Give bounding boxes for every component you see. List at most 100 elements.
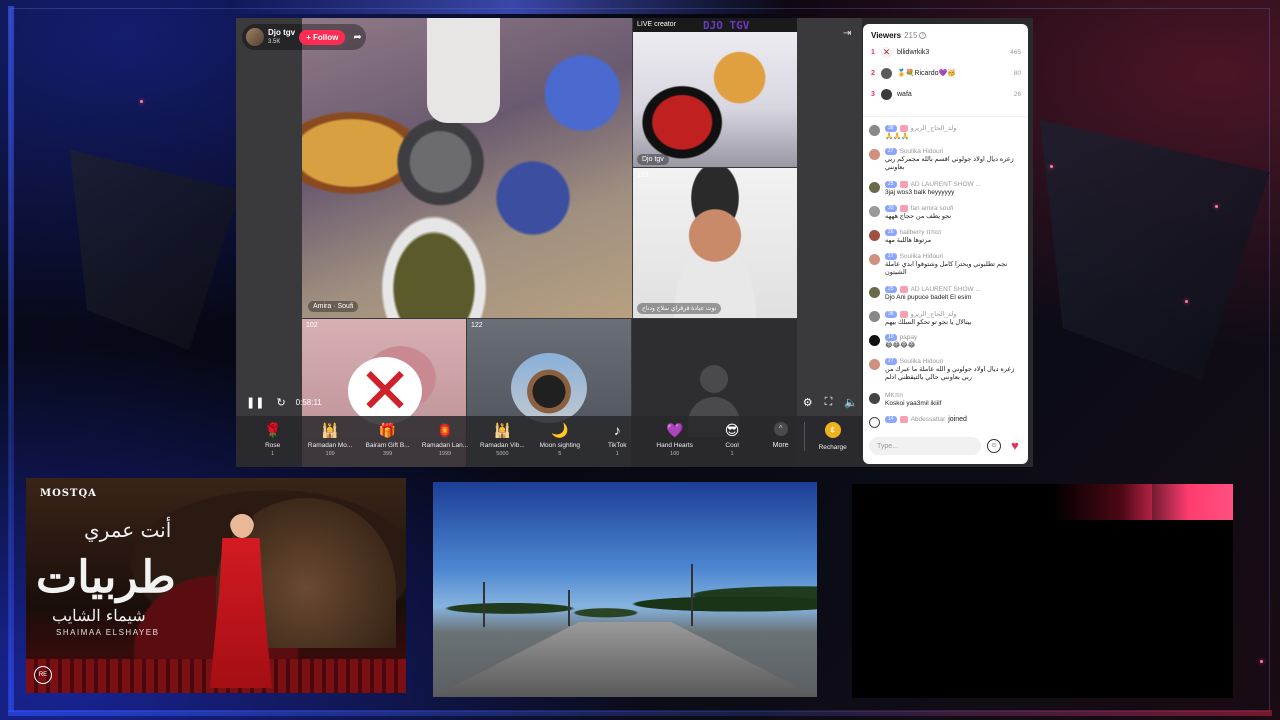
info-icon[interactable]: i	[919, 32, 927, 40]
more-gifts-button[interactable]: ^ More	[761, 422, 801, 449]
stream-time: 0:58:11	[295, 397, 322, 407]
level-badge: 38	[885, 310, 897, 318]
settings-icon[interactable]: ⚙	[803, 396, 813, 409]
video-tile-host[interactable]: Amira · Soufi	[302, 18, 632, 318]
gift-price: 199	[325, 451, 335, 457]
chat-text: زعره ديال اولاد جولوني و الله عاملة ما ع…	[885, 366, 1015, 381]
viewer-row[interactable]: 1 ✕ bllidwrkik3 465	[871, 44, 1021, 60]
chat-username[interactable]: Abdessattar	[911, 416, 946, 423]
avatar	[881, 67, 892, 79]
emoji-icon[interactable]: ☺	[987, 439, 1001, 453]
gift-item[interactable]: ♪ TikTok 1	[589, 422, 646, 457]
viewers-count: 215	[904, 31, 918, 40]
song-title-big: طربيات	[36, 552, 176, 603]
chat-message[interactable]: 25 AD LAURENT SHOW ... 3jaj wos3 balk hey…	[869, 181, 1024, 197]
chat-message[interactable]: 27 Soulika Hidouri زعره ديال اولاد جولوني…	[869, 148, 1024, 172]
recharge-label: Recharge	[818, 444, 847, 451]
chat-username[interactable]: hallberry ππατ	[900, 229, 942, 236]
chat-text: مرتوها هاللبة مهه	[885, 237, 932, 244]
chat-text: نجو يطف من حجاج هههه	[885, 213, 952, 220]
viewers-header[interactable]: Viewers 215 i	[871, 31, 927, 40]
chat-join-message[interactable]: 14 Abdessattar joined	[869, 416, 1024, 428]
chat-message[interactable]: 33 fan amira soufi نجو يطف من حجاج هههه	[869, 205, 1024, 221]
gift-name: Ramadan Mo...	[307, 442, 353, 449]
chat-username[interactable]: Soulika Hidouri	[900, 358, 944, 365]
chat-username[interactable]: MKπn	[885, 392, 903, 399]
gift-item[interactable]: 🌙 Moon sighting 5	[531, 422, 588, 457]
heart-icon[interactable]: ♥	[1007, 438, 1023, 454]
avatar	[869, 393, 880, 404]
video-tile-guest-2[interactable]: 229 نوت عيادة قرقراي سلاح ودناح	[633, 168, 797, 318]
chat-username[interactable]: AD LAURENT SHOW ...	[911, 181, 981, 188]
avatar	[869, 149, 880, 160]
banner-text: DJO TGV	[703, 19, 750, 32]
refresh-icon[interactable]: ↻	[276, 396, 285, 409]
gift-item[interactable]: 😎 Cool 1	[703, 422, 760, 457]
level-badge: 33	[885, 205, 897, 212]
chat-username[interactable]: Soulika Hidouri	[900, 253, 944, 260]
chat-input[interactable]	[869, 437, 981, 455]
chat-username[interactable]: fan amira soufi	[911, 205, 954, 212]
gift-icon: 🌹	[263, 422, 282, 438]
background-bar-bottom	[8, 710, 1272, 716]
chat-username[interactable]: ولد_الحاج_الزيرو	[911, 310, 957, 318]
chat-text: Koskoi yaa3mil ikiiif	[885, 400, 942, 407]
level-badge: 25	[885, 286, 897, 293]
gift-item[interactable]: 🏮 Ramadan Lan... 1999	[416, 422, 473, 457]
channel-logo: MOSTQA	[40, 488, 97, 499]
viewer-row[interactable]: 3 wafa 26	[871, 86, 1021, 102]
singer-head	[230, 508, 254, 538]
avatar	[869, 182, 880, 193]
chat-message[interactable]: MKπn Koskoi yaa3mil ikiiif	[869, 392, 1024, 408]
chat-username[interactable]: AD LAURENT SHOW ...	[911, 286, 981, 293]
host-name: Djo tgv	[268, 28, 296, 37]
chat-username[interactable]: ولد_الحاج_الزيرو	[911, 124, 957, 132]
chat-message[interactable]: 25 AD LAURENT SHOW ... Djo Ani pupuce bad…	[869, 286, 1024, 302]
street-lamp	[483, 582, 485, 627]
chat-message[interactable]: 27 Soulika Hidouri نجم تطلبوني ويحترا كام…	[869, 253, 1024, 277]
chat-text: 3jaj wos3 balk heyyyyyy	[885, 189, 955, 196]
gift-item[interactable]: 🕌 Ramadan Vib... 5000	[474, 422, 531, 457]
background-sparkle	[1185, 300, 1188, 303]
gift-item[interactable]: 🎁 Bairam Gift B... 399	[359, 422, 416, 457]
chat-text: 🙏🙏🙏	[885, 133, 910, 140]
corner-logo: RE	[34, 666, 52, 684]
gift-bar: 🌹 Rose 1 🕌 Ramadan Mo... 199 🎁 Bairam Gi…	[236, 416, 862, 467]
host-avatar[interactable]	[246, 28, 264, 46]
background-sparkle	[1215, 205, 1218, 208]
gift-icon: 💜	[665, 422, 684, 438]
level-badge: 10	[885, 334, 897, 341]
artist-name-arabic: شيماء الشايب	[52, 606, 146, 625]
tile-viewer-count: 102	[306, 322, 318, 329]
collapse-panel-icon[interactable]: ⇥	[843, 28, 851, 39]
video-tile-guest-1[interactable]: DJO TGV LIVE creator Djo tgv 229	[633, 18, 797, 167]
volume-icon[interactable]: 🔈	[844, 396, 858, 409]
pause-icon[interactable]: ❚❚	[246, 396, 264, 409]
chat-message[interactable]: 38 ولد_الحاج_الزيرو 🙏🙏🙏	[869, 124, 1024, 141]
level-badge: 27	[885, 358, 897, 365]
follow-button[interactable]: + Follow	[299, 29, 346, 45]
gift-price: 100	[670, 451, 680, 457]
chat-message[interactable]: 10 papay 😂😂😂😂	[869, 334, 1024, 350]
viewer-row[interactable]: 2 🏅💐Ricardo💜🥳 80	[871, 65, 1021, 81]
host-likes: 3.5K	[268, 39, 281, 45]
chat-message[interactable]: 27 Soulika Hidouri زعره ديال اولاد جولوني…	[869, 358, 1024, 382]
share-icon[interactable]: ➦	[353, 32, 361, 43]
gift-item[interactable]: 💜 Hand Hearts 100	[646, 422, 703, 457]
gift-item[interactable]: 🌹 Rose 1	[244, 422, 301, 457]
chat-input-row: ☺ ♥	[869, 436, 1023, 456]
chat-username[interactable]: papay	[900, 334, 918, 341]
gift-name: Ramadan Lan...	[421, 442, 469, 449]
avatar	[869, 230, 880, 241]
host-info[interactable]: Djo tgv 3.5K + Follow ➦	[242, 24, 366, 50]
chat-text: Djo Ani pupuce badelt El esim	[885, 294, 972, 301]
gift-item[interactable]: 🕌 Ramadan Mo... 199	[301, 422, 358, 457]
chat-message[interactable]: 26 hallberry ππατ مرتوها هاللبة مهه	[869, 229, 1024, 245]
join-icon	[869, 417, 880, 428]
more-label: More	[772, 442, 789, 449]
avatar: ✕	[881, 46, 892, 58]
fullscreen-icon[interactable]: ⛶	[825, 396, 833, 409]
chat-message[interactable]: 38 ولد_الحاج_الزيرو بيتالال يا نجو تو تحك…	[869, 310, 1024, 327]
recharge-button[interactable]: ¢ Recharge	[804, 422, 854, 451]
chat-username[interactable]: Soulika Hidouri	[900, 148, 944, 155]
